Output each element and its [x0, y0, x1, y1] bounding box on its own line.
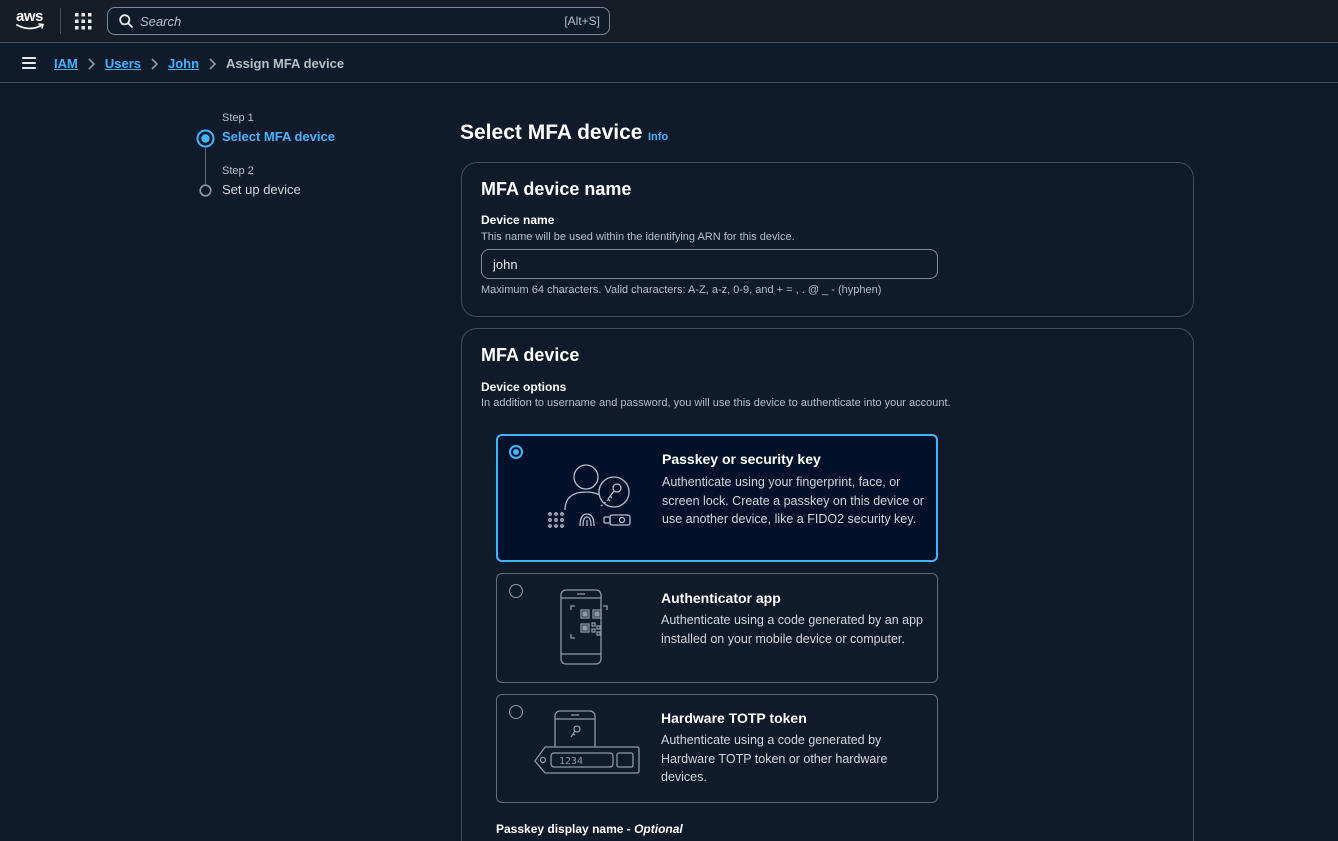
chevron-right-icon	[209, 57, 217, 70]
step-1-title[interactable]: Select MFA device	[222, 129, 335, 144]
option-authenticator-app[interactable]: Authenticator app Authenticate using a c…	[496, 573, 938, 683]
device-name-input[interactable]	[481, 249, 938, 279]
option-passkey-description: Authenticate using your fingerprint, fac…	[662, 475, 924, 526]
step-inactive-icon	[199, 184, 212, 197]
step-2-label: Step 2	[222, 165, 254, 177]
aws-logo[interactable]: aws	[16, 9, 46, 33]
option-passkey[interactable]: Passkey or security key Authenticate usi…	[496, 434, 938, 562]
services-grid-icon[interactable]	[75, 13, 92, 30]
search-icon	[119, 14, 133, 28]
option-authenticator-title: Authenticator app	[661, 590, 781, 606]
mfa-device-panel: MFA device Device options In addition to…	[461, 328, 1194, 841]
search-shortcut-hint: [Alt+S]	[564, 14, 600, 28]
breadcrumb-users[interactable]: Users	[105, 56, 141, 71]
aws-logo-text: aws	[16, 8, 43, 25]
step-active-icon	[196, 129, 215, 148]
step-connector	[205, 148, 206, 186]
chevron-right-icon	[88, 57, 95, 70]
hamburger-menu-icon[interactable]	[22, 57, 36, 69]
option-hardware-totp-description: Authenticate using a code generated by H…	[661, 733, 888, 784]
breadcrumb-bar: IAM Users John Assign MFA device	[0, 44, 1338, 83]
breadcrumb-john[interactable]: John	[168, 56, 199, 71]
device-name-panel-title: MFA device name	[481, 179, 632, 199]
option-hardware-totp-radio[interactable]	[509, 705, 523, 719]
option-hardware-totp[interactable]: 1234 Hardware TOTP token Authenticate us…	[496, 694, 938, 803]
option-authenticator-radio[interactable]	[509, 584, 523, 598]
option-authenticator-description: Authenticate using a code generated by a…	[661, 613, 924, 646]
mfa-device-panel-title: MFA device	[481, 345, 580, 365]
aws-smile-icon	[16, 23, 45, 30]
search-input[interactable]	[140, 11, 540, 31]
breadcrumb-iam[interactable]: IAM	[54, 56, 78, 71]
token-display-text: 1234	[559, 756, 583, 767]
passkey-illustration-icon	[548, 464, 631, 528]
passkey-display-name-text: Passkey display name	[496, 822, 624, 836]
authenticator-phone-icon	[560, 589, 608, 665]
chevron-right-icon	[151, 57, 158, 70]
breadcrumb-current: Assign MFA device	[226, 56, 345, 71]
passkey-display-name-label: Passkey display name - Optional	[496, 822, 683, 836]
device-name-description: This name will be used within the identi…	[481, 231, 795, 243]
device-options-label: Device options	[481, 380, 567, 394]
nav-divider	[60, 8, 61, 34]
option-passkey-radio[interactable]	[509, 445, 523, 459]
step-2-title: Set up device	[222, 182, 301, 197]
device-name-constraint: Maximum 64 characters. Valid characters:…	[481, 284, 882, 296]
step-1-label: Step 1	[222, 112, 254, 124]
search-box[interactable]: [Alt+S]	[107, 7, 610, 35]
optional-marker: - Optional	[626, 822, 683, 836]
option-hardware-totp-title: Hardware TOTP token	[661, 710, 807, 726]
breadcrumb: IAM Users John Assign MFA device	[54, 56, 344, 71]
hardware-token-icon: 1234	[534, 710, 640, 774]
info-link[interactable]: Info	[648, 131, 668, 143]
device-name-panel: MFA device name Device name This name wi…	[461, 162, 1194, 317]
page-title: Select MFA device	[460, 121, 643, 144]
top-navigation: aws [Alt+S]	[0, 0, 1338, 43]
device-options-description: In addition to username and password, yo…	[481, 397, 951, 409]
device-name-label: Device name	[481, 213, 555, 227]
option-passkey-title: Passkey or security key	[662, 451, 821, 467]
